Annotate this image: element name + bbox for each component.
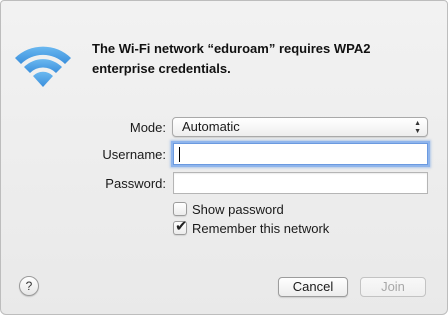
password-field[interactable] <box>173 172 428 194</box>
help-button[interactable]: ? <box>19 276 39 296</box>
username-field[interactable] <box>173 143 428 165</box>
mode-row: Mode: Automatic ▲ ▼ <box>1 116 447 140</box>
mode-popup[interactable]: Automatic ▲ ▼ <box>172 117 428 137</box>
cancel-button[interactable]: Cancel <box>278 277 348 297</box>
popup-arrows-icon: ▲ ▼ <box>414 120 421 135</box>
join-button[interactable]: Join <box>360 277 426 297</box>
password-row: Password: <box>1 172 447 196</box>
checkmark-icon: ✔ <box>175 218 188 235</box>
show-password-label[interactable]: Show password <box>192 201 284 218</box>
wifi-credentials-dialog: The Wi-Fi network “eduroam” requires WPA… <box>0 0 448 315</box>
show-password-checkbox[interactable] <box>173 202 187 216</box>
text-caret <box>179 147 180 162</box>
mode-label: Mode: <box>129 120 166 135</box>
username-label: Username: <box>102 147 166 162</box>
remember-network-checkbox[interactable]: ✔ <box>173 218 188 235</box>
dialog-heading: The Wi-Fi network “eduroam” requires WPA… <box>92 41 371 76</box>
username-row: Username: <box>1 143 447 167</box>
password-label: Password: <box>105 176 166 191</box>
remember-network-label[interactable]: Remember this network <box>192 220 329 237</box>
wifi-icon <box>15 46 71 87</box>
mode-selected-value: Automatic <box>182 119 240 134</box>
